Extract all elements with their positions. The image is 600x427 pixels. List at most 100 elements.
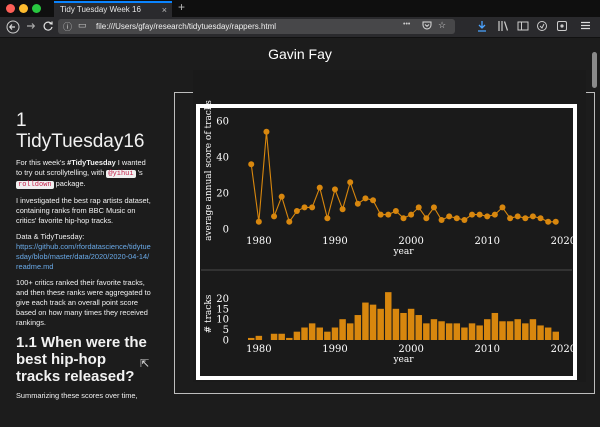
score-point bbox=[370, 197, 377, 204]
x-axis-label: year bbox=[392, 247, 414, 257]
intro-suffix: package. bbox=[53, 179, 86, 188]
tab-title: Tidy Tuesday Week 16 bbox=[60, 5, 141, 14]
track-count-bar bbox=[278, 333, 285, 340]
track-count-bar bbox=[286, 337, 293, 340]
navigation-bar: ⓘ ▭ file:///Users/gfay/research/tidytues… bbox=[0, 17, 600, 38]
track-count-bar bbox=[537, 325, 544, 340]
y-axis-label: average annual score of tracks bbox=[204, 100, 214, 241]
y-tick-label: 20 bbox=[216, 189, 229, 200]
back-icon[interactable] bbox=[6, 20, 20, 37]
track-count-bar bbox=[453, 323, 461, 340]
score-point bbox=[278, 193, 285, 200]
x-tick-label: 2000 bbox=[398, 344, 423, 355]
score-point bbox=[248, 161, 255, 168]
score-point bbox=[491, 211, 498, 218]
page-icon: ▭ bbox=[78, 20, 87, 30]
author-name: Gavin Fay bbox=[268, 46, 332, 62]
score-point bbox=[529, 213, 536, 220]
tab-active[interactable]: Tidy Tuesday Week 16 × bbox=[54, 1, 172, 17]
zoom-window-button[interactable] bbox=[32, 4, 41, 13]
x-tick-label: 2020 bbox=[551, 344, 576, 355]
y-tick-label: 5 bbox=[223, 325, 229, 336]
chart-container: 0 20 40 60 1980 1990 2000 2010 2020 year average a… bbox=[193, 70, 586, 387]
score-point bbox=[461, 217, 468, 223]
y-tick-label: 10 bbox=[216, 315, 229, 326]
score-point bbox=[484, 213, 491, 220]
x-tick-label: 1980 bbox=[246, 236, 271, 247]
score-point bbox=[514, 213, 521, 220]
data-source-paragraph: Data & TidyTuesday: https://github.com/rf… bbox=[16, 232, 151, 272]
track-count-bar bbox=[461, 327, 468, 340]
info-icon[interactable]: ⓘ bbox=[63, 20, 72, 33]
track-count-bar bbox=[331, 327, 339, 340]
url-bar[interactable]: ⓘ ▭ file:///Users/gfay/research/tidytues… bbox=[58, 19, 455, 34]
track-count-bar bbox=[506, 321, 514, 340]
library-icon[interactable] bbox=[497, 20, 509, 35]
code-rolldown: rolldown bbox=[16, 181, 54, 189]
x-tick-label: 2010 bbox=[475, 344, 500, 355]
track-count-bar bbox=[362, 302, 369, 340]
y-tick-label: 0 bbox=[223, 336, 229, 347]
minimize-window-button[interactable] bbox=[19, 4, 28, 13]
score-point bbox=[446, 213, 453, 220]
summary-paragraph: Summarizing these scores over time, bbox=[16, 391, 138, 400]
score-point bbox=[286, 218, 293, 225]
track-count-bar bbox=[514, 319, 521, 340]
x-axis-label: year bbox=[392, 355, 414, 365]
track-count-bar bbox=[552, 331, 560, 340]
bookmark-star-icon[interactable]: ☆ bbox=[438, 20, 446, 31]
chart-svg: 02040601980 1990 2000 2010 2020yearaverage a… bbox=[193, 70, 586, 382]
score-point bbox=[377, 211, 384, 218]
page-actions-icon[interactable]: ••• bbox=[403, 21, 410, 28]
track-count-bar bbox=[293, 331, 301, 340]
track-count-bar bbox=[529, 319, 537, 340]
code-yihui: @yihui bbox=[106, 170, 136, 178]
forward-icon[interactable] bbox=[25, 20, 37, 35]
track-count-bar bbox=[468, 323, 476, 340]
score-point bbox=[469, 211, 476, 218]
track-count-bar bbox=[491, 312, 499, 340]
score-point bbox=[271, 213, 278, 220]
dataset-paragraph: I investigated the best rap artists data… bbox=[16, 196, 151, 225]
track-count-bar bbox=[301, 327, 308, 340]
score-point bbox=[499, 204, 506, 211]
track-count-bar bbox=[392, 308, 400, 340]
data-source-link[interactable]: https://github.com/rfordatascience/tidyt… bbox=[16, 242, 151, 271]
score-point bbox=[522, 215, 529, 222]
download-icon[interactable] bbox=[477, 20, 487, 35]
hashtag-text: #TidyTuesday bbox=[67, 158, 116, 167]
pocket-icon[interactable] bbox=[422, 20, 432, 32]
score-point bbox=[423, 215, 430, 222]
score-point bbox=[293, 208, 300, 214]
url-text[interactable]: file:///Users/gfay/research/tidytuesday/… bbox=[96, 22, 276, 31]
track-count-bar bbox=[430, 319, 438, 340]
score-point bbox=[400, 215, 407, 222]
hamburger-menu-icon[interactable] bbox=[580, 20, 591, 34]
score-point bbox=[385, 211, 392, 218]
track-count-bar bbox=[407, 308, 415, 340]
score-point bbox=[263, 128, 270, 135]
score-point bbox=[347, 179, 354, 186]
score-point bbox=[392, 208, 399, 214]
tab-close-icon[interactable]: × bbox=[162, 5, 167, 15]
x-tick-label: 2000 bbox=[398, 236, 423, 247]
new-tab-button[interactable]: + bbox=[178, 0, 185, 14]
track-count-bar bbox=[522, 323, 529, 340]
track-count-bar bbox=[476, 325, 483, 340]
reload-icon[interactable] bbox=[42, 20, 54, 35]
close-window-button[interactable] bbox=[6, 4, 15, 13]
extension-icon[interactable] bbox=[536, 20, 548, 35]
score-point bbox=[438, 217, 445, 223]
account-icon[interactable] bbox=[556, 20, 568, 35]
track-count-bar bbox=[385, 292, 392, 340]
track-count-bar bbox=[484, 319, 491, 340]
scrollbar-thumb[interactable] bbox=[592, 52, 597, 88]
x-tick-label: 1990 bbox=[322, 236, 347, 247]
intro-text: For this week's bbox=[16, 158, 68, 167]
track-count-bar bbox=[354, 315, 362, 340]
sidebar-icon[interactable] bbox=[517, 20, 529, 35]
y-tick-label: 60 bbox=[216, 117, 229, 128]
track-count-bar bbox=[438, 321, 445, 340]
x-tick-label: 2010 bbox=[475, 236, 500, 247]
tab-bar: Tidy Tuesday Week 16 × + bbox=[0, 0, 600, 17]
